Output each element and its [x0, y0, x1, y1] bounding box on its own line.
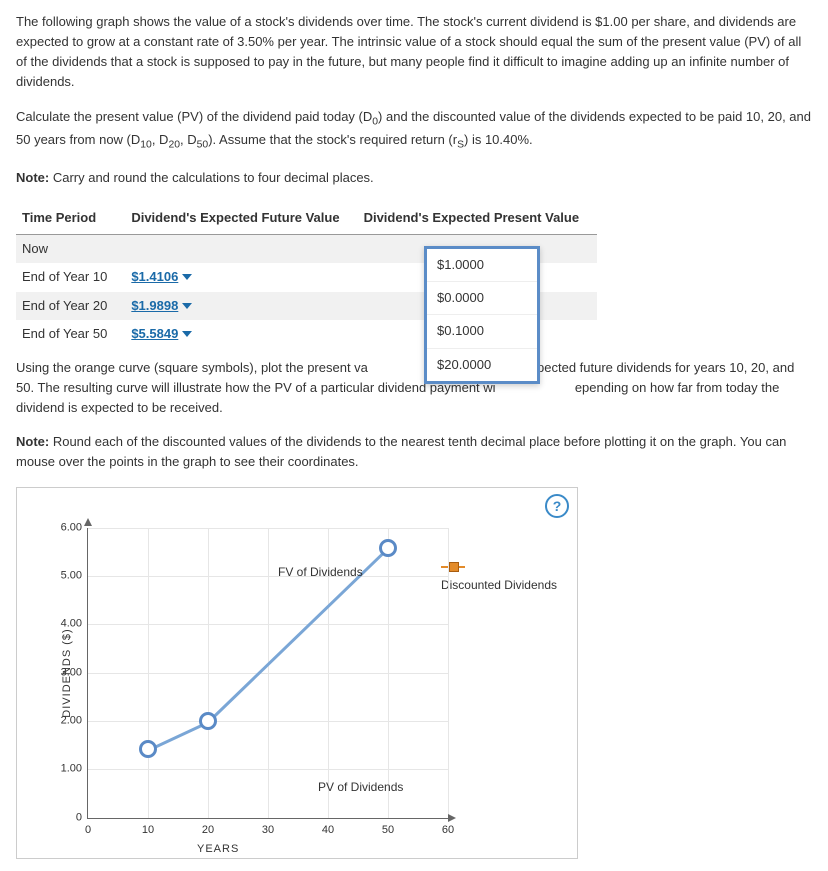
- subscript: S: [457, 140, 464, 151]
- cell-period: End of Year 10: [16, 263, 125, 291]
- dropdown-option[interactable]: $1.0000: [427, 249, 537, 282]
- y-tick: 6.00: [42, 519, 82, 536]
- y-tick: 2.00: [42, 712, 82, 729]
- text: , D: [180, 132, 197, 147]
- intro-paragraph-2: Calculate the present value (PV) of the …: [16, 107, 812, 154]
- text: ). Assume that the stock's required retu…: [208, 132, 457, 147]
- fv-label: FV of Dividends: [278, 563, 363, 582]
- col-pv-text: Dividend's Expected Present Value: [364, 210, 580, 225]
- x-tick: 20: [202, 822, 214, 839]
- note-label: Note:: [16, 170, 49, 185]
- cell-period: End of Year 20: [16, 292, 125, 320]
- fv-point[interactable]: [379, 539, 397, 557]
- cell-period: End of Year 50: [16, 320, 125, 348]
- y-tick: 3.00: [42, 664, 82, 681]
- intro-paragraph-1: The following graph shows the value of a…: [16, 12, 812, 93]
- x-axis-label: YEARS: [197, 841, 239, 858]
- text: Using the orange curve (square symbols),…: [16, 360, 368, 375]
- plot-area[interactable]: 0 1.00 2.00 3.00 4.00 5.00 6.00 0 10 20 …: [87, 528, 448, 819]
- pv-label: PV of Dividends: [318, 778, 403, 797]
- note-text: Carry and round the calculations to four…: [49, 170, 373, 185]
- arrow-up-icon: [84, 518, 92, 526]
- dropdown-option[interactable]: $20.0000: [427, 349, 537, 381]
- chevron-down-icon: [182, 303, 192, 309]
- arrow-right-icon: [448, 814, 456, 822]
- cell-fv: $5.5849: [125, 320, 357, 348]
- note-label: Note:: [16, 434, 49, 449]
- fv-value: $1.9898: [131, 296, 178, 316]
- legend[interactable]: Discounted Dividends: [441, 558, 557, 595]
- help-icon[interactable]: ?: [545, 494, 569, 518]
- cell-fv: $1.9898: [125, 292, 357, 320]
- fv-value: $1.4106: [131, 267, 178, 287]
- subscript: 50: [197, 140, 209, 151]
- subscript: 20: [168, 140, 180, 151]
- legend-label: Discounted Dividends: [441, 578, 557, 592]
- fv-point[interactable]: [199, 712, 217, 730]
- text: Calculate the present value (PV) of the …: [16, 109, 372, 124]
- x-tick: 50: [382, 822, 394, 839]
- fv-value: $5.5849: [131, 324, 178, 344]
- y-tick: 4.00: [42, 616, 82, 633]
- cell-period: Now: [16, 235, 125, 264]
- subscript: 10: [140, 140, 152, 151]
- x-tick: 0: [85, 822, 91, 839]
- y-tick: 0: [42, 809, 82, 826]
- col-present-value: Dividend's Expected Present Value: [358, 202, 598, 235]
- note-1: Note: Carry and round the calculations t…: [16, 168, 812, 188]
- note-2: Note: Round each of the discounted value…: [16, 432, 812, 472]
- y-tick: 5.00: [42, 567, 82, 584]
- x-tick: 40: [322, 822, 334, 839]
- note-text: Round each of the discounted values of t…: [16, 434, 786, 469]
- text: , D: [152, 132, 169, 147]
- fv-select[interactable]: $1.4106: [131, 267, 192, 287]
- fv-select[interactable]: $1.9898: [131, 296, 192, 316]
- x-tick: 10: [142, 822, 154, 839]
- fv-point[interactable]: [139, 740, 157, 758]
- x-tick: 30: [262, 822, 274, 839]
- fv-select[interactable]: $5.5849: [131, 324, 192, 344]
- chevron-down-icon: [182, 331, 192, 337]
- text: ) is 10.40%.: [464, 132, 533, 147]
- cell-fv: $1.4106: [125, 263, 357, 291]
- col-time-period: Time Period: [16, 202, 125, 235]
- pv-dropdown-menu[interactable]: $1.0000 $0.0000 $0.1000 $20.0000: [424, 246, 540, 384]
- mid-paragraph: Using the orange curve (square symbols),…: [16, 358, 812, 418]
- dropdown-option[interactable]: $0.1000: [427, 315, 537, 348]
- cell-fv: [125, 235, 357, 264]
- col-future-value: Dividend's Expected Future Value: [125, 202, 357, 235]
- y-tick: 1.00: [42, 761, 82, 778]
- chevron-down-icon: [182, 274, 192, 280]
- chart-container: ? DIVIDENDS ($) YEARS Discounted Dividen…: [16, 487, 578, 859]
- x-tick: 60: [442, 822, 454, 839]
- dropdown-option[interactable]: $0.0000: [427, 282, 537, 315]
